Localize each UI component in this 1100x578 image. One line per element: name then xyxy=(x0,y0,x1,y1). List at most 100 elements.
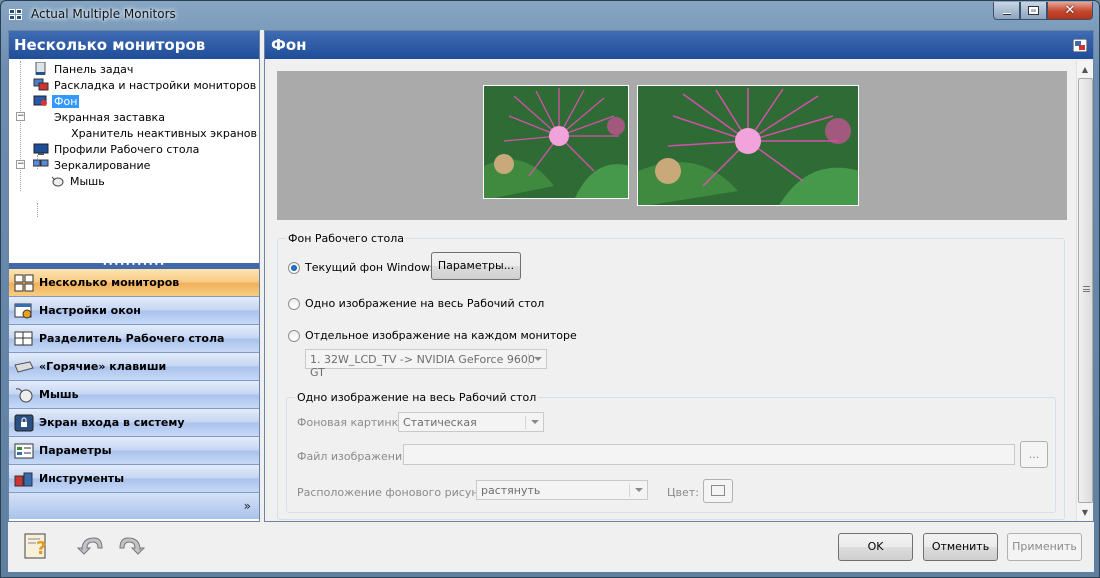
parameters-button[interactable]: Параметры... xyxy=(431,252,521,280)
tools-icon xyxy=(13,469,35,489)
nav-item-login-screen[interactable]: Экран входа в систему xyxy=(9,409,259,437)
monitor-2-preview[interactable] xyxy=(637,85,859,206)
nav-item-window-settings[interactable]: Настройки окон xyxy=(9,297,259,325)
collapse-icon[interactable]: − xyxy=(16,160,25,169)
image-file-label: Файл изображения: xyxy=(297,450,413,463)
nav-item-label: Несколько мониторов xyxy=(39,276,180,289)
minimize-button[interactable] xyxy=(993,2,1020,20)
mouse-icon xyxy=(13,385,35,405)
tree-item-mirroring[interactable]: − Зеркалирование xyxy=(9,157,259,173)
browse-button[interactable]: ... xyxy=(1020,441,1048,468)
page-title: Фон xyxy=(271,36,307,54)
login-screen-icon xyxy=(13,413,35,433)
nav-item-options[interactable]: Параметры xyxy=(9,437,259,465)
nav-item-label: Настройки окон xyxy=(39,304,141,317)
tree-item-wallpaper[interactable]: Фон xyxy=(9,93,259,109)
radio-current-windows-bg[interactable]: Текущий фон Windows xyxy=(288,261,436,274)
wallpaper-icon xyxy=(33,94,49,108)
mouse-icon xyxy=(49,174,65,188)
help-icon[interactable]: ? xyxy=(22,530,52,560)
tree-item-label: Хранитель неактивных экранов xyxy=(71,126,257,140)
tree-item-label: Фон xyxy=(52,94,80,108)
tree-item-screensaver[interactable]: − Экранная заставка xyxy=(9,109,259,125)
wallpaper-position-select[interactable]: растянуть xyxy=(476,480,648,500)
nav-item-label: «Горячие» клавиши xyxy=(39,360,167,373)
multiple-monitors-icon xyxy=(13,273,35,293)
nav-item-label: Параметры xyxy=(39,444,112,457)
monitor-select[interactable]: 1. 32W_LCD_TV -> NVIDIA GeForce 9600 GT xyxy=(305,349,547,379)
app-icon xyxy=(9,9,23,21)
undo-icon[interactable] xyxy=(76,530,106,560)
wallpaper-preview xyxy=(277,71,1067,220)
background-picture-select[interactable]: Статическая xyxy=(398,412,544,432)
color-swatch xyxy=(711,485,725,496)
nav-item-multiple-monitors[interactable]: Несколько мониторов xyxy=(9,269,259,297)
radio-single-image[interactable]: Одно изображение на весь Рабочий стол xyxy=(288,297,544,310)
redo-icon[interactable] xyxy=(116,530,146,560)
inactive-screen-icon xyxy=(52,126,66,140)
left-panel: Несколько мониторов Панель задач Расклад… xyxy=(8,30,260,522)
app-window: Actual Multiple Monitors ✕ Несколько мон… xyxy=(0,0,1100,578)
bottom-bar: ? OK Отменить Применить xyxy=(8,522,1094,572)
tree-item-inactive-screen[interactable]: Хранитель неактивных экранов xyxy=(9,125,259,141)
tree-item-label: Панель задач xyxy=(54,62,134,76)
group-title: Фон Рабочего стола xyxy=(286,232,407,245)
radio-label: Отдельное изображение на каждом мониторе xyxy=(305,329,577,342)
background-picture-value: Статическая xyxy=(403,416,477,429)
tree-item-label: Раскладка и настройки мониторов xyxy=(54,78,257,92)
nav-more-button[interactable]: » xyxy=(9,493,259,519)
desktop-background-group: Фон Рабочего стола Текущий фон Windows П… xyxy=(277,232,1065,520)
mirroring-icon xyxy=(32,158,49,172)
tree-item-taskbar[interactable]: Панель задач xyxy=(9,61,259,77)
window-settings-icon xyxy=(13,301,35,321)
scroll-down-icon[interactable]: ▼ xyxy=(1077,504,1093,521)
nav-item-hotkeys[interactable]: «Горячие» клавиши xyxy=(9,353,259,381)
color-label: Цвет: xyxy=(667,486,699,499)
tree-item-label: Мышь xyxy=(70,174,105,188)
chevron-double-right-icon: » xyxy=(243,499,251,513)
taskbar-icon xyxy=(33,61,49,76)
vertical-scrollbar[interactable]: ▲ ▼ xyxy=(1076,61,1093,521)
tree-item-mouse[interactable]: Мышь xyxy=(9,173,259,189)
monitor-1-preview[interactable] xyxy=(483,85,629,199)
scroll-up-icon[interactable]: ▲ xyxy=(1077,61,1093,78)
minimize-icon xyxy=(1002,12,1011,15)
monitor-select-value: 1. 32W_LCD_TV -> NVIDIA GeForce 9600 GT xyxy=(310,353,535,379)
maximize-button[interactable] xyxy=(1020,2,1047,20)
tree-item-label: Профили Рабочего стола xyxy=(54,142,200,156)
nav-item-mouse[interactable]: Мышь xyxy=(9,381,259,409)
tree-item-monitor-layout[interactable]: Раскладка и настройки мониторов xyxy=(9,77,259,93)
radio-per-monitor-image[interactable]: Отдельное изображение на каждом мониторе xyxy=(288,329,577,342)
screensaver-icon xyxy=(33,110,49,124)
chevron-down-icon xyxy=(531,420,539,424)
nav-item-label: Мышь xyxy=(39,388,79,401)
hotkeys-icon xyxy=(13,357,35,377)
nav-item-label: Инструменты xyxy=(39,472,125,485)
ok-button[interactable]: OK xyxy=(838,533,913,561)
nav-item-tools[interactable]: Инструменты xyxy=(9,465,259,493)
nav-item-desktop-divider[interactable]: Разделитель Рабочего стола xyxy=(9,325,259,353)
radio-button[interactable] xyxy=(288,297,300,310)
help-pin-icon[interactable] xyxy=(1072,38,1088,53)
radio-button-checked[interactable] xyxy=(288,261,300,274)
background-picture-label: Фоновая картинка xyxy=(297,416,405,429)
svg-text:?: ? xyxy=(36,538,46,559)
settings-tree: Панель задач Раскладка и настройки монит… xyxy=(9,59,259,259)
chevron-down-icon xyxy=(635,488,643,492)
cancel-button[interactable]: Отменить xyxy=(923,533,998,561)
radio-label: Одно изображение на весь Рабочий стол xyxy=(305,297,545,310)
color-picker-button[interactable] xyxy=(703,479,733,503)
radio-button[interactable] xyxy=(288,329,300,342)
close-button[interactable]: ✕ xyxy=(1047,2,1093,20)
image-file-input[interactable] xyxy=(403,444,1015,465)
tree-item-desktop-profiles[interactable]: Профили Рабочего стола xyxy=(9,141,259,157)
wallpaper-position-label: Расположение фонового рисунка: xyxy=(297,486,496,499)
title-bar[interactable]: Actual Multiple Monitors ✕ xyxy=(1,1,1099,29)
collapse-icon[interactable]: − xyxy=(16,112,25,121)
radio-label: Текущий фон Windows xyxy=(305,261,436,274)
close-icon: ✕ xyxy=(1064,3,1076,18)
chevron-down-icon xyxy=(534,357,542,361)
scrollbar-thumb[interactable] xyxy=(1078,78,1093,503)
apply-button[interactable]: Применить xyxy=(1007,533,1082,561)
left-panel-title: Несколько мониторов xyxy=(9,31,259,59)
